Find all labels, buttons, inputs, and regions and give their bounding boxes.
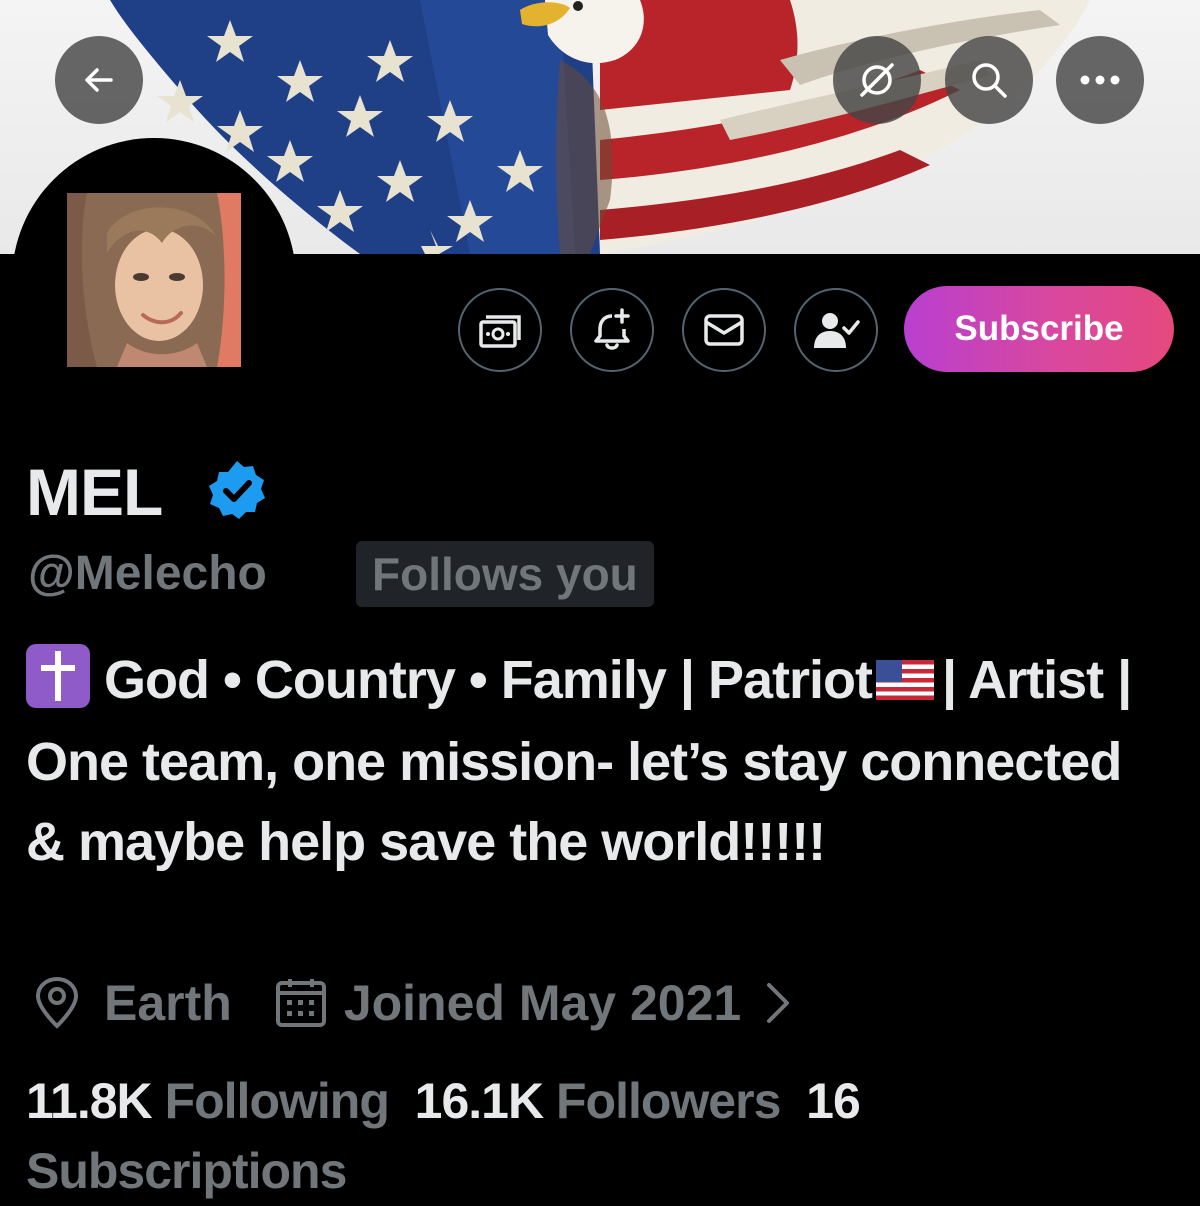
more-horizontal-icon <box>1080 75 1120 85</box>
avatar[interactable] <box>67 193 241 367</box>
grok-button[interactable] <box>833 36 921 124</box>
profile-photo <box>67 193 241 367</box>
joined-text: Joined May 2021 <box>343 975 742 1031</box>
person-check-icon <box>814 313 860 348</box>
arrow-left-icon <box>85 68 113 92</box>
location-pin-icon <box>35 976 79 1029</box>
follows-you-badge: Follows you <box>356 541 654 607</box>
verified-badge-icon[interactable] <box>204 458 270 524</box>
following-label: Following <box>164 1073 390 1129</box>
subscribe-button[interactable]: Subscribe <box>904 286 1174 372</box>
location: Earth <box>32 974 232 1032</box>
message-button[interactable] <box>682 288 766 372</box>
join-date[interactable]: Joined May 2021 <box>274 974 793 1032</box>
search-icon <box>972 63 1007 98</box>
more-button[interactable] <box>1056 36 1144 124</box>
subscriptions-count: 16 <box>806 1073 861 1129</box>
bell-plus-icon <box>594 308 630 350</box>
following-stat[interactable]: 11.8K Following <box>26 1073 390 1129</box>
user-handle: @Melecho <box>28 547 267 600</box>
display-name: MEL <box>26 455 163 529</box>
following-count: 11.8K <box>26 1073 153 1129</box>
grok-icon <box>860 63 894 97</box>
money-icon <box>479 315 521 348</box>
us-flag-icon <box>875 642 934 722</box>
followers-stat[interactable]: 16.1K Followers <box>414 1073 782 1129</box>
back-button[interactable] <box>55 36 143 124</box>
following-button[interactable] <box>794 288 878 372</box>
envelope-icon <box>704 314 744 346</box>
bio-line1a: God • Country • Family | Patriot <box>104 650 873 710</box>
tip-button[interactable] <box>458 288 542 372</box>
followers-label: Followers <box>556 1073 781 1129</box>
bio: God • Country • Family | Patriot | Artist… <box>26 640 1166 882</box>
notifications-button[interactable] <box>570 288 654 372</box>
chevron-right-icon <box>767 983 790 1023</box>
latin-cross-icon <box>26 644 90 708</box>
location-text: Earth <box>104 975 232 1031</box>
profile-stats: 11.8K Following 16.1K Followers 16 Subsc… <box>26 1066 1186 1206</box>
calendar-icon <box>275 979 326 1027</box>
profile-meta: Earth Joined May 2021 <box>32 968 793 1038</box>
subscriptions-label: Subscriptions <box>26 1143 347 1199</box>
search-button[interactable] <box>945 36 1033 124</box>
bio-separator: | <box>941 650 957 710</box>
followers-count: 16.1K <box>414 1073 544 1129</box>
